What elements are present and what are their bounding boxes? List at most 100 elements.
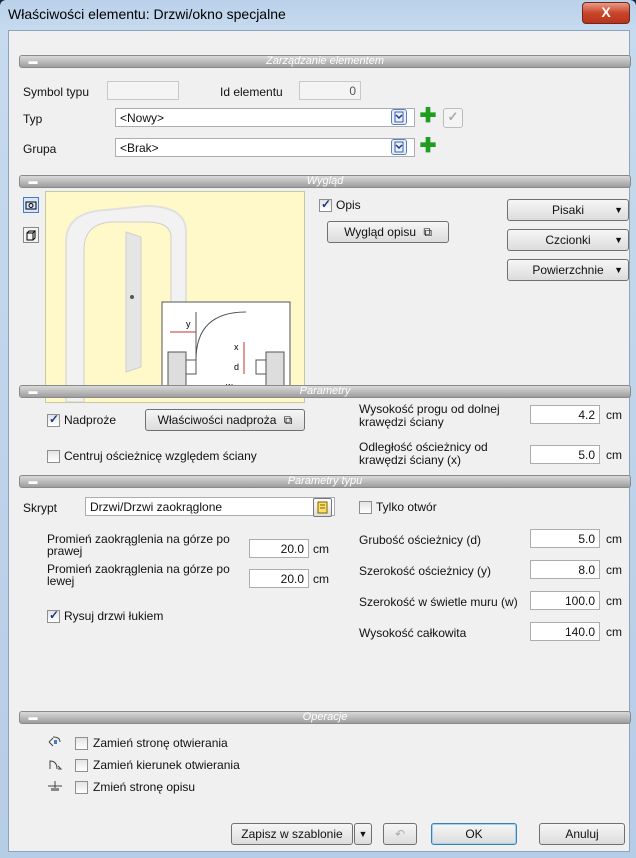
section-header-appearance[interactable]: ▬ Wygląd (19, 175, 631, 188)
swap-direction-checkbox[interactable] (75, 759, 88, 772)
label-d: d (234, 362, 239, 372)
lintel-properties-button[interactable]: Właściwości nadproża ⧉ (145, 409, 305, 431)
swap-direction-icon (47, 757, 63, 771)
threshold-input[interactable]: 4.2 (530, 405, 600, 424)
radius-right-input[interactable]: 20.0 (249, 539, 309, 558)
frame-thickness-label: Grubość ościeżnicy (d) (359, 533, 482, 547)
total-height-unit: cm (606, 625, 622, 639)
dialog-body: ▬ Zarządzanie elementem Symbol typu Id e… (8, 30, 631, 852)
section-title: Wygląd (306, 175, 344, 187)
total-height-input[interactable]: 140.0 (530, 622, 600, 641)
frame-thickness-input[interactable]: 5.0 (530, 529, 600, 548)
door-preview: y x d w (45, 191, 305, 403)
draw-arc-checkbox[interactable] (47, 608, 60, 623)
script-label: Skrypt (23, 501, 58, 515)
section-header-management[interactable]: ▬ Zarządzanie elementem (19, 55, 631, 68)
undo-button[interactable]: ↶ (383, 823, 417, 845)
swap-side-checkbox[interactable] (75, 737, 88, 750)
frame-width-input[interactable]: 8.0 (530, 560, 600, 579)
clear-width-label: Szerokość w świetle muru (w) (359, 595, 518, 609)
lintel-checkbox[interactable] (47, 412, 60, 427)
dropdown-arrow-icon: ▼ (614, 205, 623, 215)
frame-distance-input[interactable]: 5.0 (530, 445, 600, 464)
description-side-icon (47, 779, 63, 793)
swap-side-label: Zamień stronę otwierania (93, 736, 228, 750)
opening-only-label: Tylko otwór (376, 500, 437, 514)
script-browse-icon[interactable] (313, 498, 332, 517)
popout-icon: ⧉ (283, 413, 293, 427)
symbol-type-field[interactable] (107, 81, 179, 100)
lintel-label: Nadproże (64, 413, 117, 427)
group-dropdown-icon[interactable] (391, 139, 407, 155)
total-height-label: Wysokość całkowita (359, 626, 467, 640)
section-header-type-parameters[interactable]: ▬ Parametry typu (19, 475, 631, 488)
dialog-window: Właściwości elementu: Drzwi/okno specjal… (0, 0, 636, 858)
section-header-parameters[interactable]: ▬ Parametry (19, 385, 631, 398)
label-x: x (234, 342, 239, 352)
surfaces-button[interactable]: Powierzchnie ▼ (507, 259, 629, 281)
frame-width-unit: cm (606, 563, 622, 577)
frame-distance-unit: cm (606, 448, 622, 462)
window-title: Właściwości elementu: Drzwi/okno specjal… (8, 6, 286, 22)
description-checkbox[interactable] (319, 197, 332, 212)
add-group-icon[interactable]: ✚ (418, 136, 438, 157)
undo-icon: ↶ (394, 827, 406, 841)
fonts-button[interactable]: Czcionki ▼ (507, 229, 629, 251)
threshold-label: Wysokość progu od dolnej krawędzi ściany (359, 402, 500, 429)
frame-width-label: Szerokość ościeżnicy (y) (359, 564, 492, 578)
radius-right-unit: cm (313, 542, 329, 556)
section-header-operations[interactable]: ▬ Operacje (19, 711, 631, 724)
center-frame-checkbox[interactable] (47, 450, 60, 463)
save-template-button[interactable]: Zapisz w szablonie (231, 823, 353, 845)
popout-icon: ⧉ (423, 225, 432, 239)
frame-thickness-unit: cm (606, 532, 622, 546)
opening-only-checkbox[interactable] (359, 501, 372, 514)
script-field[interactable]: Drzwi/Drzwi zaokrąglone (85, 497, 335, 516)
threshold-unit: cm (606, 408, 622, 422)
clear-width-input[interactable]: 100.0 (530, 591, 600, 610)
swap-side-icon (47, 735, 63, 749)
description-label: Opis (336, 198, 361, 212)
draw-arc-label: Rysuj drzwi łukiem (64, 609, 164, 623)
cube-icon[interactable] (23, 227, 39, 243)
pens-button[interactable]: Pisaki ▼ (507, 199, 629, 221)
ok-button[interactable]: OK (431, 823, 517, 845)
title-bar[interactable]: Właściwości elementu: Drzwi/okno specjal… (0, 0, 636, 30)
dropdown-arrow-icon: ▼ (358, 829, 368, 839)
close-button[interactable]: X (582, 2, 630, 24)
section-title: Operacje (302, 711, 348, 723)
type-label: Typ (23, 112, 43, 126)
swap-direction-label: Zamień kierunek otwierania (93, 758, 240, 772)
group-label: Grupa (23, 142, 57, 156)
element-id-field: 0 (299, 81, 361, 100)
description-look-label: Wygląd opisu (344, 225, 416, 239)
frame-distance-label: Odległość ościeżnicy od krawędzi ściany … (359, 440, 488, 467)
cancel-button[interactable]: Anuluj (539, 823, 625, 845)
description-look-button[interactable]: Wygląd opisu ⧉ (327, 221, 449, 243)
radius-left-unit: cm (313, 572, 329, 586)
center-frame-label: Centruj ościeżnicę względem ściany (64, 449, 257, 463)
clear-width-unit: cm (606, 594, 622, 608)
fonts-label: Czcionki (545, 233, 591, 247)
section-title: Parametry (299, 385, 351, 397)
description-side-label: Zmień stronę opisu (93, 780, 196, 794)
camera-icon[interactable] (23, 197, 39, 213)
group-select[interactable]: <Brak> (115, 138, 415, 157)
type-select[interactable]: <Nowy> (115, 108, 415, 127)
pens-label: Pisaki (551, 203, 584, 217)
radius-right-label: Promień zaokrąglenia na górze po prawej (47, 532, 230, 558)
save-template-dropdown[interactable]: ▼ (354, 823, 372, 845)
section-title: Parametry typu (287, 475, 363, 487)
label-y: y (186, 319, 191, 329)
dropdown-arrow-icon: ▼ (614, 265, 623, 275)
description-side-checkbox[interactable] (75, 781, 88, 794)
door-preview-image: y x d w (65, 204, 291, 402)
symbol-type-label: Symbol typu (23, 85, 90, 99)
confirm-type-icon[interactable]: ✓ (443, 108, 463, 128)
add-type-icon[interactable]: ✚ (418, 106, 438, 127)
section-title: Zarządzanie elementem (265, 55, 384, 67)
type-dropdown-icon[interactable] (391, 109, 407, 125)
lintel-properties-label: Właściwości nadproża (157, 413, 277, 427)
radius-left-input[interactable]: 20.0 (249, 569, 309, 588)
surfaces-label: Powierzchnie (532, 263, 604, 277)
